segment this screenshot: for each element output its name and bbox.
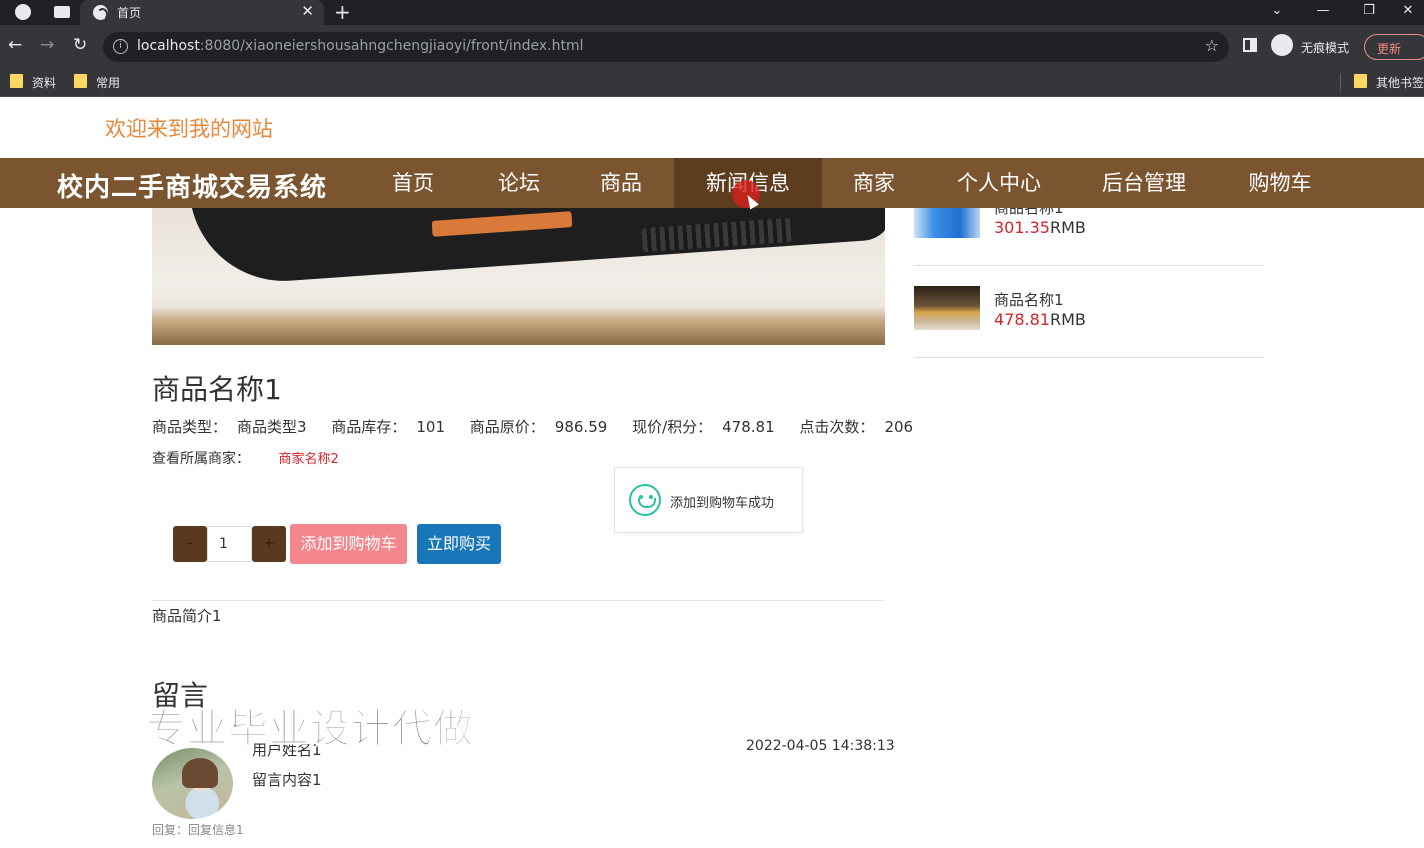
folder-icon [10,74,23,88]
product-current-price: 现价/积分： 478.81 [632,418,775,436]
back-icon[interactable]: ← [8,35,22,55]
browser-globe-icon[interactable] [15,4,31,20]
nav-cart[interactable]: 购物车 [1240,158,1320,208]
side-product-name[interactable]: 商品名称1 [994,289,1064,310]
side-panel-icon[interactable] [1243,38,1257,52]
buy-now-button[interactable]: 立即购买 [417,524,501,564]
comment-reply: 回复：回复信息1 [152,823,244,837]
watermark-text: 专业毕业设计代做 [146,706,474,753]
product-thumbnail[interactable] [914,286,980,330]
product-original-price: 商品原价： 986.59 [469,418,608,436]
section-divider [152,600,885,601]
folder-icon [1354,74,1367,88]
nav-admin[interactable]: 后台管理 [1094,158,1194,208]
smile-icon [629,484,661,516]
bookmarks-bar: 资料 常用 其他书签 [0,68,1424,97]
bookmark-star-icon[interactable]: ☆ [1205,36,1219,55]
tab-close-icon[interactable]: ✕ [301,2,314,20]
window-icon[interactable] [54,6,70,18]
product-name: 商品名称1 [152,373,282,406]
browser-tab-active[interactable]: 首页 ✕ [80,0,324,25]
tab-search-icon[interactable]: ⌄ [1254,0,1300,25]
comment-content: 留言内容1 [252,771,322,789]
success-toast: 添加到购物车成功 [614,467,803,533]
site-info-icon[interactable]: i [113,39,128,54]
address-url[interactable]: localhost:8080/xiaoneiershousahngchengji… [137,38,584,54]
bookmark-folder-changyong[interactable]: 常用 [74,74,120,91]
mouse-cursor [732,180,760,208]
address-bar[interactable]: i localhost:8080/xiaoneiershousahngcheng… [103,32,1229,62]
site-title: 校内二手商城交易系统 [57,173,328,203]
product-image [152,208,885,345]
tab-globe-icon [93,5,108,21]
forward-icon[interactable]: → [40,35,54,55]
main-nav: 校内二手商城交易系统 首页 论坛 商品 新闻信息 商家 个人中心 后台管理 购物… [0,158,1424,208]
side-product-price: 301.35RMB [994,218,1086,237]
product-clicks: 点击次数： 206 [799,418,914,436]
seller-line: 查看所属商家： 商家名称2 [152,448,339,468]
product-type: 商品类型： 商品类型3 [152,418,307,436]
seller-link[interactable]: 商家名称2 [278,452,338,467]
browser-tabstrip: 首页 ✕ + ⌄ — ❐ ✕ [0,0,1424,25]
add-to-cart-button[interactable]: 添加到购物车 [290,524,407,564]
restore-icon[interactable]: ❐ [1346,0,1392,25]
quantity-minus-button[interactable]: - [173,526,207,562]
nav-merchants[interactable]: 商家 [834,158,914,208]
new-tab-button[interactable]: + [334,0,351,24]
quantity-plus-button[interactable]: + [252,526,286,562]
folder-icon [74,74,87,88]
list-item[interactable]: 商品名称1 478.81RMB [914,266,1264,358]
bookmarks-divider [1340,73,1341,91]
product-intro: 商品简介1 [152,607,222,625]
update-button[interactable]: 更新 [1364,34,1424,60]
incognito-icon[interactable] [1271,34,1293,56]
seller-label: 查看所属商家： [152,451,250,467]
bookmark-folder-ziliao[interactable]: 资料 [10,74,56,91]
welcome-text: 欢迎来到我的网站 [105,117,273,141]
product-meta: 商品类型： 商品类型3 商品库存： 101 商品原价： 986.59 现价/积分： 47… [152,416,933,437]
reload-icon[interactable]: ↻ [73,35,87,55]
nav-products[interactable]: 商品 [581,158,661,208]
avatar [152,748,233,819]
tab-title: 首页 [117,6,142,20]
product-stock: 商品库存： 101 [331,418,445,436]
minimize-icon[interactable]: — [1300,0,1346,25]
toast-message: 添加到购物车成功 [670,496,775,511]
quantity-input[interactable]: 1 [207,526,252,562]
nav-forum[interactable]: 论坛 [479,158,559,208]
quantity-stepper: - 1 + [173,526,286,562]
window-close-icon[interactable]: ✕ [1392,0,1424,25]
bookmark-folder-other[interactable]: 其他书签 [1354,74,1424,91]
side-product-price: 478.81RMB [994,310,1086,329]
browser-toolbar: ← → ↻ i localhost:8080/xiaoneiershousahn… [0,25,1424,68]
avatar-hair [182,758,218,788]
incognito-label[interactable]: 无痕模式 [1301,39,1349,56]
nav-personal-center[interactable]: 个人中心 [949,158,1049,208]
comment-time: 2022-04-05 14:38:13 [746,738,895,754]
nav-home[interactable]: 首页 [373,158,453,208]
